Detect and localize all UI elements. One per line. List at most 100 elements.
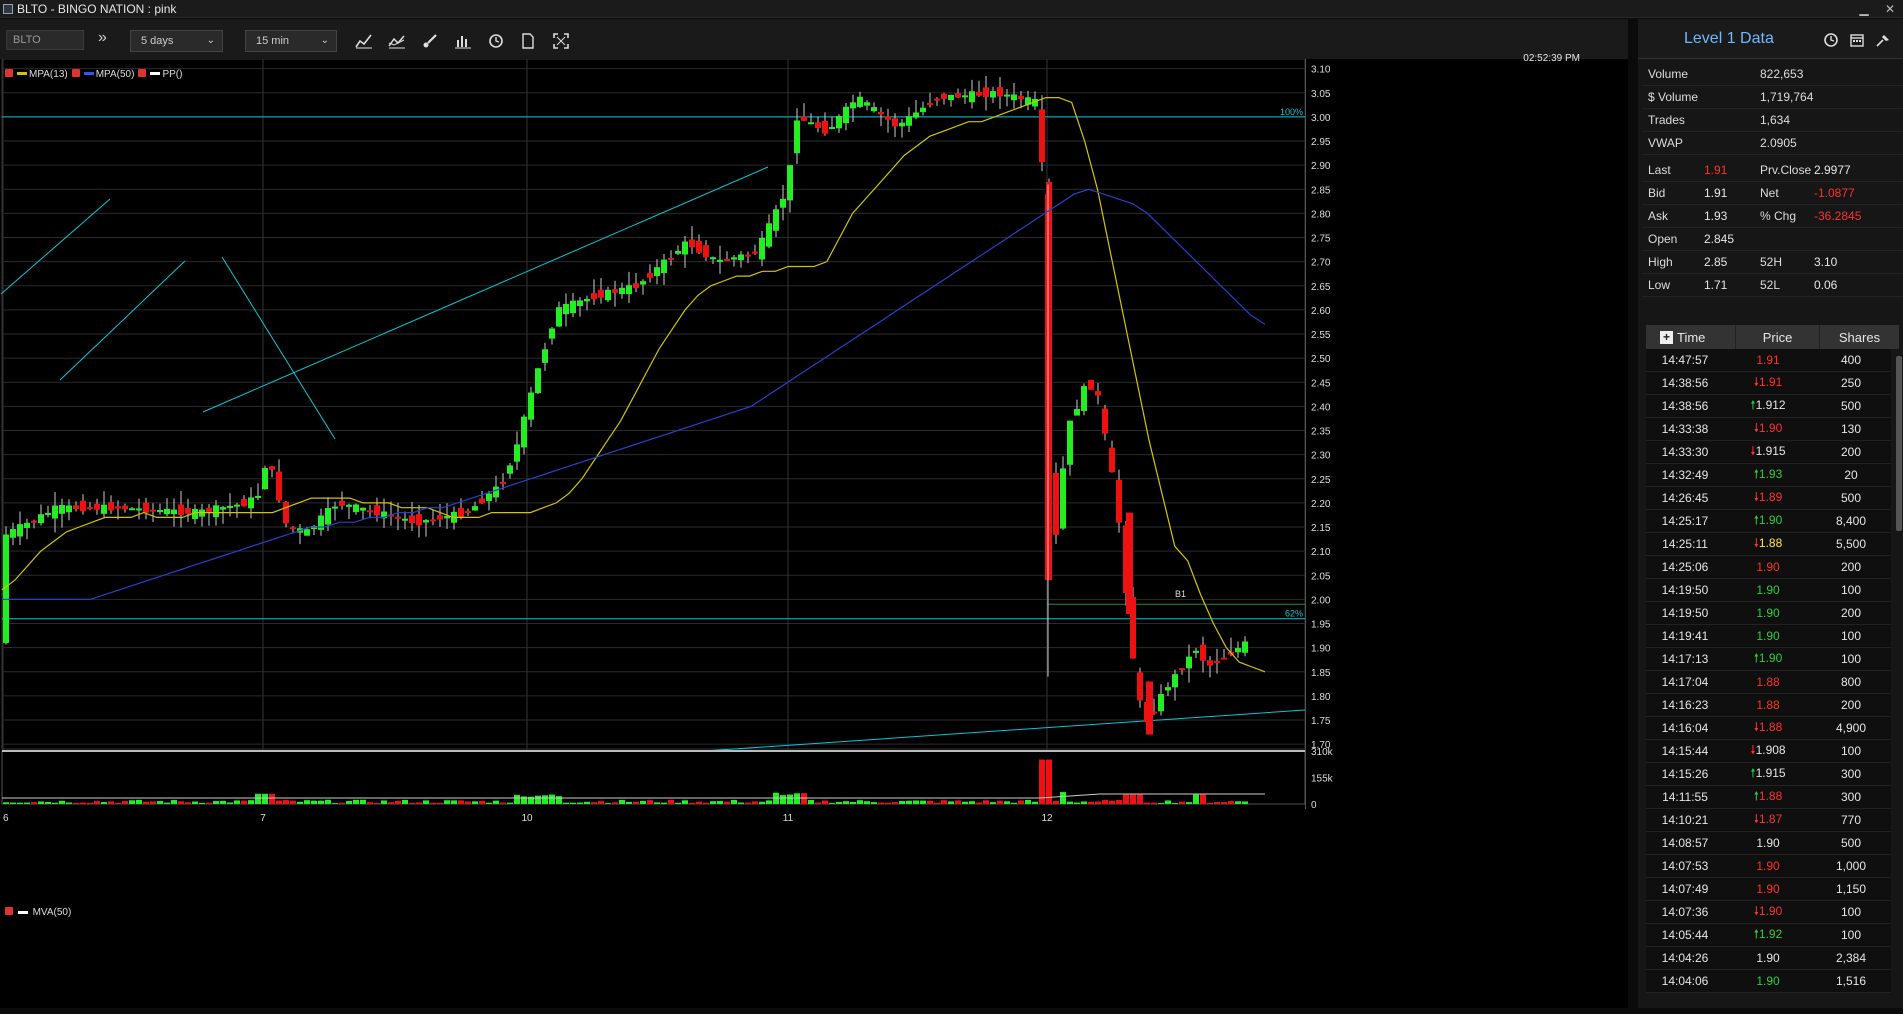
document-icon[interactable]	[517, 30, 539, 52]
trade-row[interactable]: 14:33:30 🠗1.915 200	[1646, 441, 1891, 464]
volume-bar	[136, 799, 142, 804]
trade-row[interactable]: 14:11:55 🠕1.88 300	[1646, 786, 1891, 809]
trade-row[interactable]: 14:25:17 🠕1.90 8,400	[1646, 510, 1891, 533]
remove-icon[interactable]	[5, 69, 13, 77]
trade-row[interactable]: 14:38:56 🠗1.91 250	[1646, 372, 1891, 395]
candle-body	[59, 504, 65, 514]
volume-bar	[220, 800, 226, 804]
minimize-icon[interactable]: ▁	[1851, 2, 1877, 16]
chart-timestamp: 02:52:39 PM	[1523, 53, 1580, 64]
candle-body	[213, 505, 219, 518]
trade-row[interactable]: 14:19:50 1.90 100	[1646, 579, 1891, 602]
level1-value: 1,719,764	[1760, 90, 1814, 104]
trade-row[interactable]: 14:17:13 🠕1.90 100	[1646, 648, 1891, 671]
trade-shares: 250	[1840, 376, 1862, 390]
trade-row[interactable]: 14:19:50 1.90 200	[1646, 602, 1891, 625]
trade-time: 14:04:26	[1661, 951, 1709, 965]
expand-toolbar-button[interactable]: »	[98, 29, 107, 47]
bar-chart-icon[interactable]	[452, 30, 474, 52]
trade-row[interactable]: 14:10:21 🠗1.87 770	[1646, 809, 1891, 832]
trade-row[interactable]: 14:07:36 🠗1.90 100	[1646, 901, 1891, 924]
volume-bar	[535, 795, 541, 804]
add-icon[interactable]: +	[1660, 330, 1673, 344]
trade-row[interactable]: 14:04:26 1.90 2,384	[1646, 947, 1891, 970]
symbol-input[interactable]: BLTO	[6, 30, 84, 50]
candle-body	[304, 529, 310, 536]
trade-row[interactable]: 14:15:44 🠗1.908 100	[1646, 740, 1891, 763]
trade-row[interactable]: 14:15:26 🠕1.915 300	[1646, 763, 1891, 786]
column-time[interactable]: + Time	[1646, 325, 1736, 349]
remove-icon[interactable]	[71, 69, 80, 77]
volume-bar	[290, 800, 296, 804]
trade-row[interactable]: 14:26:45 🠗1.89 500	[1646, 487, 1891, 510]
volume-bar	[857, 800, 863, 804]
legend-item-pp[interactable]: PP()	[138, 69, 182, 80]
candle-body	[1179, 668, 1185, 671]
brush-icon[interactable]	[419, 30, 441, 52]
legend-item-ma50[interactable]: MPA(50)	[71, 69, 134, 80]
candle-body	[584, 298, 590, 302]
legend-item-ma13[interactable]: MPA(13)	[5, 69, 68, 80]
pin-icon[interactable]	[1874, 31, 1892, 49]
volume-bar	[969, 801, 975, 804]
remove-icon[interactable]	[138, 69, 147, 77]
y-tick-label: 2.75	[1311, 234, 1331, 245]
level1-label: Bid	[1648, 186, 1666, 200]
trade-row[interactable]: 14:16:23 1.88 200	[1646, 694, 1891, 717]
range-select[interactable]: 5 days ⌄	[130, 30, 223, 52]
candle-body	[521, 416, 527, 448]
trade-price: 1.90	[1756, 882, 1780, 896]
column-price[interactable]: Price	[1736, 325, 1820, 349]
trade-row[interactable]: 14:16:04 🠗1.88 4,900	[1646, 717, 1891, 740]
volume-bar	[297, 801, 303, 804]
candle-body	[458, 507, 464, 518]
fullscreen-icon[interactable]	[550, 30, 572, 52]
volume-bar	[1130, 794, 1136, 804]
interval-select[interactable]: 15 min ⌄	[245, 30, 337, 52]
calendar-icon[interactable]	[1848, 31, 1866, 49]
trade-row[interactable]: 14:17:04 1.88 800	[1646, 671, 1891, 694]
price-chart[interactable]: 3.10 3.05 3.00 2.95 2.90 2.85 2.80 2.75 2.70 2.65…	[0, 59, 1628, 1008]
trade-row[interactable]: 14:32:49 🠕1.93 20	[1646, 464, 1891, 487]
trade-row[interactable]: 14:19:41 1.90 100	[1646, 625, 1891, 648]
trade-row[interactable]: 14:07:53 1.90 1,000	[1646, 855, 1891, 878]
trade-shares: 100	[1840, 629, 1862, 643]
candle-body	[122, 505, 128, 510]
volume-bar	[570, 802, 576, 804]
volume-bar	[913, 800, 919, 804]
trade-row[interactable]: 14:38:56 🠕1.912 500	[1646, 395, 1891, 418]
trade-row[interactable]: 14:25:06 1.90 200	[1646, 556, 1891, 579]
trade-row[interactable]: 14:04:06 1.90 1,516	[1646, 970, 1891, 993]
volume-bar	[878, 802, 884, 804]
trade-shares: 100	[1840, 652, 1862, 666]
candle-body	[647, 273, 653, 278]
trade-time: 14:32:49	[1661, 468, 1709, 482]
column-shares[interactable]: Shares	[1820, 325, 1899, 349]
level1-row: $ Volume 1,719,764	[1642, 86, 1903, 109]
trade-row[interactable]: 14:08:57 1.90 500	[1646, 832, 1891, 855]
chart-area[interactable]: 3.10 3.05 3.00 2.95 2.90 2.85 2.80 2.75 2.70 2.65…	[0, 59, 1628, 1008]
clock-icon[interactable]	[1822, 31, 1840, 49]
trade-price: 1.915	[1755, 443, 1786, 458]
volume-bar	[283, 800, 289, 804]
line-chart-icon[interactable]	[353, 30, 375, 52]
trade-row[interactable]: 14:05:44 🠕1.92 100	[1646, 924, 1891, 947]
volume-bar	[836, 801, 842, 804]
close-icon[interactable]: ✕	[1877, 2, 1903, 16]
trade-price: 1.90	[1756, 951, 1780, 965]
candle-body	[437, 515, 443, 520]
indicator-chart-icon[interactable]	[386, 30, 408, 52]
level1-label: Low	[1648, 278, 1671, 292]
trade-row[interactable]: 14:07:49 1.90 1,150	[1646, 878, 1891, 901]
trades-scrollbar[interactable]	[1896, 356, 1902, 531]
candle-body	[850, 102, 856, 109]
remove-icon[interactable]	[5, 907, 13, 915]
volume-bar	[955, 800, 961, 804]
trade-row[interactable]: 14:25:11 🠗1.88 5,500	[1646, 533, 1891, 556]
trade-row[interactable]: 14:47:57 1.91 400	[1646, 349, 1891, 372]
clock-icon[interactable]	[485, 30, 507, 52]
trade-row[interactable]: 14:33:38 🠗1.90 130	[1646, 418, 1891, 441]
volume-bar	[451, 800, 457, 804]
candle-body	[220, 507, 226, 510]
volume-bar	[822, 800, 828, 804]
